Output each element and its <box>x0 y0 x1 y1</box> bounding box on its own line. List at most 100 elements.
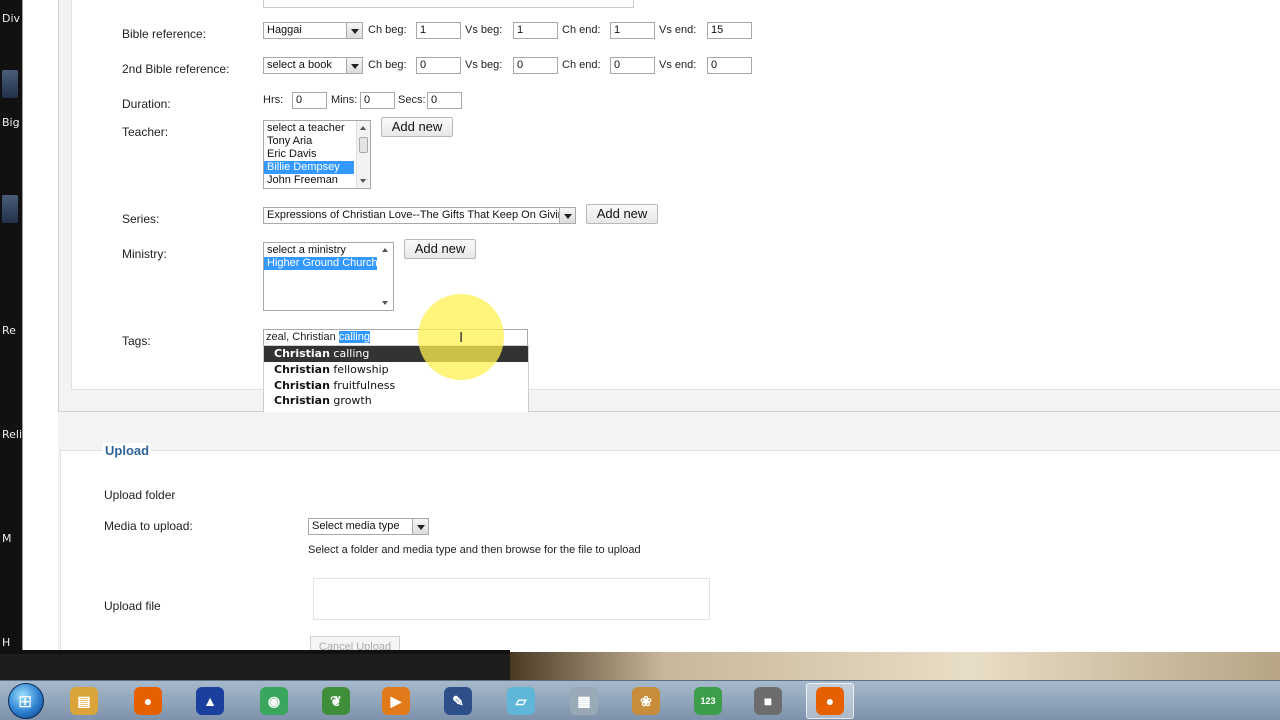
scroll-thumb[interactable] <box>359 137 368 153</box>
tags-autocomplete-selection: calling <box>338 331 370 343</box>
chevron-down-icon <box>559 208 575 223</box>
sermon-form-panel: Bible reference: Haggai Ch beg: 1 Vs beg… <box>58 0 1280 412</box>
hrs-label: Hrs: <box>263 94 284 106</box>
start-button[interactable]: ⊞ <box>8 683 44 719</box>
teacher-listbox[interactable]: select a teacher Tony Aria Eric Davis Bi… <box>263 120 371 189</box>
windows-explorer-icon: ▤ <box>70 687 98 715</box>
desktop-label: Reli <box>2 428 23 441</box>
teacher-option-selected[interactable]: Billie Dempsey <box>264 161 354 174</box>
media-type-select[interactable]: Select media type <box>308 518 429 535</box>
ch-beg-label: Ch beg: <box>368 59 407 71</box>
hours-input[interactable]: 0 <box>292 92 327 109</box>
seconds-input[interactable]: 0 <box>427 92 462 109</box>
ch-beg-label: Ch beg: <box>368 24 407 36</box>
series-label: Series: <box>122 212 160 226</box>
taskbar-firefox-button[interactable]: ● <box>124 683 172 719</box>
teacher-scrollbar[interactable] <box>356 121 370 188</box>
add-teacher-button[interactable]: Add new <box>381 117 453 137</box>
taskbar-spreadsheet-button[interactable]: 123 <box>684 683 732 719</box>
file-drop-area[interactable] <box>313 578 710 620</box>
chevron-down-icon <box>346 58 362 73</box>
upload-folder-label: Upload folder <box>104 488 176 502</box>
teacher-option[interactable]: Tony Aria <box>264 135 354 148</box>
vs-end-label: Vs end: <box>659 59 697 71</box>
vs-beg-label: Vs beg: <box>465 24 503 36</box>
desktop-shortcut-icon[interactable] <box>2 70 18 98</box>
teacher-option[interactable]: Eric Davis <box>264 148 354 161</box>
taskbar-calculator-button[interactable]: ▦ <box>560 683 608 719</box>
ministry-option-selected[interactable]: Higher Ground Church <box>264 257 378 270</box>
teacher-option[interactable]: select a teacher <box>264 122 354 135</box>
ch-end-input[interactable]: 1 <box>610 22 655 39</box>
desktop-left-strip: Div Big Re Reli M H <box>0 0 22 652</box>
vs-beg-label: Vs beg: <box>465 59 503 71</box>
upload-fieldset <box>60 450 1280 652</box>
desktop-shortcut-icon[interactable] <box>2 195 18 223</box>
taskbar-evernote-button[interactable]: ❦ <box>312 683 360 719</box>
ministry-scrollbar[interactable] <box>379 243 393 310</box>
scroll-down-icon[interactable] <box>382 301 388 305</box>
taskbar-notes-app-button[interactable]: ▱ <box>497 683 545 719</box>
ministry-label: Ministry: <box>122 247 167 261</box>
desktop-label: M <box>2 532 12 545</box>
taskbar-media-player-button[interactable]: ▶ <box>372 683 420 719</box>
mins-label: Mins: <box>331 94 358 106</box>
ch-end-label: Ch end: <box>562 59 601 71</box>
media-player-icon: ▶ <box>382 687 410 715</box>
scroll-up-icon[interactable] <box>382 248 388 252</box>
vs-end-input-2[interactable]: 0 <box>707 57 752 74</box>
spreadsheet-icon: 123 <box>694 687 722 715</box>
desktop-label: Re <box>2 324 16 337</box>
secs-label: Secs: <box>398 94 426 106</box>
ministry-listbox[interactable]: select a ministry Higher Ground Church <box>263 242 394 311</box>
ch-end-label: Ch end: <box>562 24 601 36</box>
media-to-upload-label: Media to upload: <box>104 519 193 533</box>
chrome-icon: ◉ <box>260 687 288 715</box>
vs-beg-input-2[interactable]: 0 <box>513 57 558 74</box>
paint-icon: ❀ <box>632 687 660 715</box>
minutes-input[interactable]: 0 <box>360 92 395 109</box>
evernote-icon: ❦ <box>322 687 350 715</box>
desktop-label: H <box>2 636 11 649</box>
teacher-option[interactable]: John Freeman <box>264 174 354 187</box>
chevron-down-icon <box>346 23 362 38</box>
tag-suggestion[interactable]: Christian fruitfulness <box>264 378 528 394</box>
ministry-option[interactable]: select a ministry <box>264 244 377 257</box>
bible-book-select[interactable]: Haggai <box>263 22 363 39</box>
taskbar-video-app-button[interactable]: ■ <box>744 683 792 719</box>
paint-editor-icon: ✎ <box>444 687 472 715</box>
duration-label: Duration: <box>122 97 171 111</box>
firefox-icon: ● <box>134 687 162 715</box>
upload-legend: Upload <box>103 443 152 458</box>
second-bible-book-select[interactable]: select a book <box>263 57 363 74</box>
taskbar-chrome-button[interactable]: ◉ <box>250 683 298 719</box>
tag-suggestion[interactable]: Christian growth <box>264 393 528 409</box>
calculator-icon: ▦ <box>570 687 598 715</box>
app-flame-icon: ▲ <box>196 687 224 715</box>
vs-end-label: Vs end: <box>659 24 697 36</box>
notes-app-icon: ▱ <box>507 687 535 715</box>
scroll-down-icon[interactable] <box>360 179 366 183</box>
ch-beg-input[interactable]: 1 <box>416 22 461 39</box>
upload-file-label: Upload file <box>104 599 161 613</box>
scroll-up-icon[interactable] <box>360 126 366 130</box>
teacher-label: Teacher: <box>122 125 169 139</box>
taskbar-firefox-active-button[interactable]: ● <box>806 683 854 719</box>
vs-end-input[interactable]: 15 <box>707 22 752 39</box>
add-series-button[interactable]: Add new <box>586 204 658 224</box>
add-ministry-button[interactable]: Add new <box>404 239 476 259</box>
upload-hint-text: Select a folder and media type and then … <box>308 544 641 556</box>
series-select[interactable]: Expressions of Christian Love--The Gifts… <box>263 207 576 224</box>
taskbar-windows-explorer-button[interactable]: ▤ <box>60 683 108 719</box>
bible-reference-label: Bible reference: <box>122 27 207 41</box>
chevron-down-icon <box>412 519 428 534</box>
vs-beg-input[interactable]: 1 <box>513 22 558 39</box>
ch-beg-input-2[interactable]: 0 <box>416 57 461 74</box>
desktop-wallpaper-strip <box>510 652 1280 680</box>
taskbar-app-flame-button[interactable]: ▲ <box>186 683 234 719</box>
taskbar-paint-editor-button[interactable]: ✎ <box>434 683 482 719</box>
taskbar-paint-button[interactable]: ❀ <box>622 683 670 719</box>
description-textarea[interactable] <box>263 0 634 8</box>
ch-end-input-2[interactable]: 0 <box>610 57 655 74</box>
form-inner: Bible reference: Haggai Ch beg: 1 Vs beg… <box>71 0 1280 390</box>
